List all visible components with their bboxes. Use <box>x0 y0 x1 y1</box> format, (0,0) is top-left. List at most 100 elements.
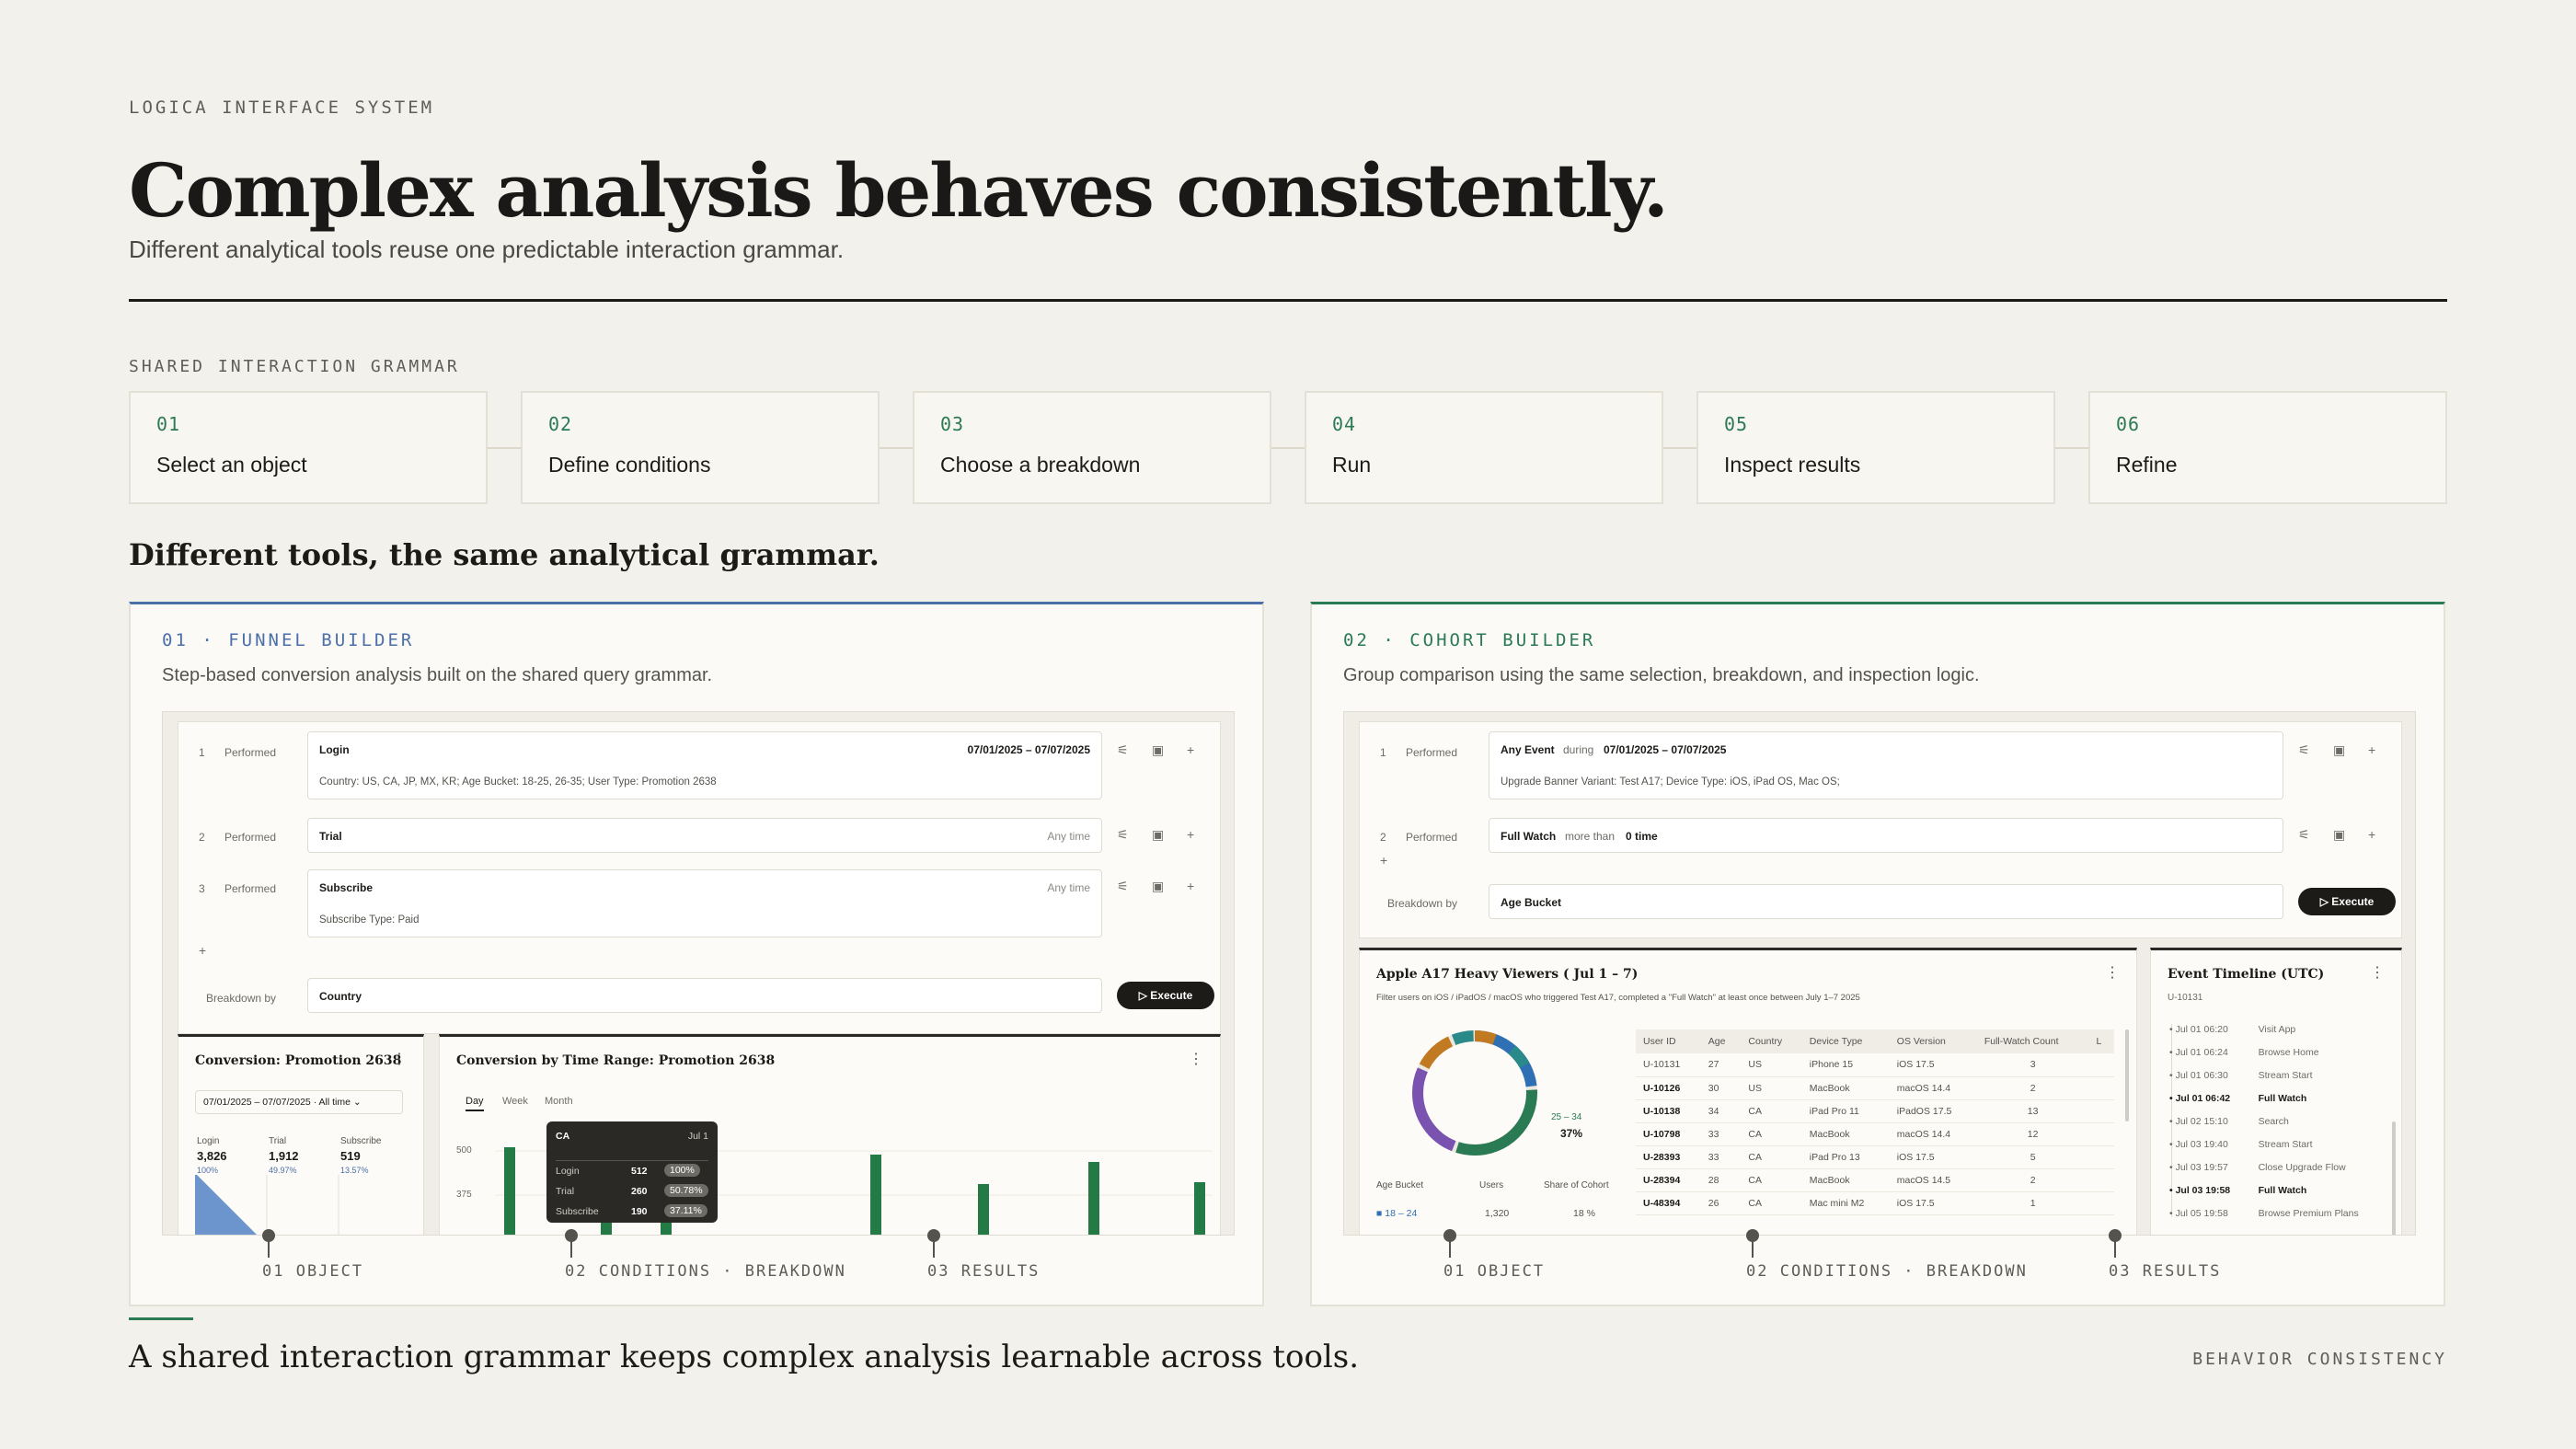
step-card: 01 Select an object <box>129 391 488 504</box>
add-step-icon[interactable]: + <box>1380 853 1387 868</box>
marker-pin <box>565 1229 578 1258</box>
timeline-event[interactable]: • Jul 03 19:58 Full Watch <box>2169 1185 2306 1196</box>
add-icon[interactable]: + <box>1187 742 1194 757</box>
execute-button[interactable]: ▷ Execute <box>1117 982 1214 1009</box>
cell-user-id[interactable]: U-28394 <box>1636 1168 1701 1192</box>
table-row[interactable]: U-28393 33 CA iPad Pro 13 iOS 17.5 5 <box>1636 1145 2114 1169</box>
legend-bucket-label: 18 – 24 <box>1385 1208 1418 1219</box>
execute-button[interactable]: ▷ Execute <box>2298 888 2396 915</box>
tab-day[interactable]: Day <box>466 1096 484 1111</box>
cell-user-id[interactable]: U-48394 <box>1636 1191 1701 1215</box>
col-header[interactable]: User ID <box>1636 1029 1701 1053</box>
more-icon[interactable]: ⋮ <box>2105 963 2120 982</box>
timeline-event[interactable]: • Jul 03 19:40 Stream Start <box>2169 1139 2313 1150</box>
cell: iPad Pro 11 <box>1801 1099 1890 1123</box>
cell-user-id[interactable]: U-10131 <box>1636 1053 1701 1077</box>
cell-user-id[interactable]: U-10798 <box>1636 1122 1701 1146</box>
cell: iPadOS 17.5 <box>1889 1099 1977 1123</box>
timeline-event[interactable]: • Jul 01 06:42 Full Watch <box>2169 1093 2306 1104</box>
event-field-full-watch[interactable]: Full Watch more than 0 time <box>1489 818 2283 853</box>
col-header[interactable]: OS Version <box>1889 1029 1977 1053</box>
footer-tag: BEHAVIOR CONSISTENCY <box>2192 1350 2447 1369</box>
more-icon[interactable]: ⋮ <box>1189 1050 1203 1068</box>
cell: 13 <box>1976 1099 2089 1123</box>
breakdown-field[interactable]: Country <box>307 978 1102 1013</box>
card-title: Apple A17 Heavy Viewers ( Jul 1 – 7) <box>1376 967 1639 982</box>
row-index: 1 <box>199 746 205 759</box>
calendar-icon[interactable]: ▣ <box>1152 827 1164 843</box>
date-range[interactable]: 07/01/2025 – 07/07/2025 <box>1604 743 1726 756</box>
more-icon[interactable]: ⋮ <box>2370 963 2385 982</box>
timeline-event[interactable]: • Jul 01 06:30 Stream Start <box>2169 1070 2313 1081</box>
cell-user-id[interactable]: U-10138 <box>1636 1099 1701 1123</box>
date-range[interactable]: Any time <box>1047 881 1090 894</box>
col-header[interactable]: Country <box>1741 1029 1802 1053</box>
footer-accent <box>129 1317 193 1320</box>
more-icon[interactable]: ⋮ <box>392 1050 407 1068</box>
date-range[interactable]: Any time <box>1047 830 1090 843</box>
breakdown-field[interactable]: Age Bucket <box>1489 884 2283 919</box>
timeline-scrollbar[interactable] <box>2392 1121 2396 1235</box>
date-range-select[interactable]: 07/01/2025 – 07/07/2025 · All time ⌄ <box>195 1090 403 1114</box>
row-verb: Performed <box>224 746 277 759</box>
cell-user-id[interactable]: U-10126 <box>1636 1076 1701 1100</box>
col-header[interactable]: Device Type <box>1801 1029 1890 1053</box>
legend-share: 18 % <box>1573 1208 1595 1219</box>
cell: 26 <box>1700 1191 1742 1215</box>
filter-icon[interactable]: ⚟ <box>2298 827 2310 843</box>
marker-pin <box>927 1229 940 1258</box>
filter-icon[interactable]: ⚟ <box>1117 879 1129 894</box>
col-header[interactable]: Age <box>1700 1029 1742 1053</box>
table-row[interactable]: U-28394 28 CA MacBook macOS 14.5 2 <box>1636 1168 2114 1192</box>
funnel-area-chart <box>195 1175 339 1235</box>
tooltip-row-label: Subscribe <box>556 1206 599 1217</box>
col-header[interactable]: Full-Watch Count <box>1976 1029 2089 1053</box>
row-index: 2 <box>199 831 205 844</box>
timeline-event[interactable]: • Jul 03 19:57 Close Upgrade Flow <box>2169 1162 2346 1173</box>
breakdown-value: Country <box>319 990 362 1003</box>
date-range[interactable]: 07/01/2025 – 07/07/2025 <box>968 743 1090 756</box>
event-name: Search <box>2258 1116 2289 1127</box>
calendar-icon[interactable]: ▣ <box>1152 742 1164 758</box>
timeline-event[interactable]: • Jul 01 06:24 Browse Home <box>2169 1047 2319 1058</box>
filter-icon[interactable]: ⚟ <box>1117 827 1129 843</box>
tooltip-row-label: Trial <box>556 1186 575 1197</box>
legend-bucket[interactable]: ■ 18 – 24 <box>1376 1208 1417 1219</box>
table-row[interactable]: U-10798 33 CA MacBook macOS 14.4 12 <box>1636 1122 2114 1146</box>
filter-icon[interactable]: ⚟ <box>2298 742 2310 758</box>
add-icon[interactable]: + <box>1187 879 1194 893</box>
table-row[interactable]: U-10131 27 US iPhone 15 iOS 17.5 3 <box>1636 1053 2114 1077</box>
event-field-any[interactable]: Any Event during 07/01/2025 – 07/07/2025… <box>1489 731 2283 799</box>
timeline-event[interactable]: • Jul 01 06:20 Visit App <box>2169 1024 2295 1035</box>
event-field-login[interactable]: Login 07/01/2025 – 07/07/2025 Country: U… <box>307 731 1102 799</box>
cell: iPhone 15 <box>1801 1053 1890 1077</box>
add-icon[interactable]: + <box>1187 827 1194 842</box>
cell-user-id[interactable]: U-28393 <box>1636 1145 1701 1169</box>
funnel-step-value: 519 <box>340 1149 361 1163</box>
table-scrollbar[interactable] <box>2125 1029 2129 1121</box>
event-field-trial[interactable]: Trial Any time <box>307 818 1102 853</box>
tab-week[interactable]: Week <box>502 1096 528 1107</box>
cohort-screenshot: 1 Performed Any Event during 07/01/2025 … <box>1343 711 2416 1236</box>
calendar-icon[interactable]: ▣ <box>1152 879 1164 894</box>
cell: Mac mini M2 <box>1801 1191 1890 1215</box>
add-step-icon[interactable]: + <box>199 943 206 958</box>
timeline-event[interactable]: • Jul 02 15:10 Search <box>2169 1116 2289 1127</box>
marker-label-conditions: 02 CONDITIONS · BREAKDOWN <box>1746 1262 2028 1281</box>
timeline-event[interactable]: • Jul 05 19:58 Browse Premium Plans <box>2169 1208 2359 1219</box>
table-row[interactable]: U-10138 34 CA iPad Pro 11 iPadOS 17.5 13 <box>1636 1099 2114 1123</box>
cell: 2 <box>1976 1168 2089 1192</box>
frequency-value[interactable]: 0 time <box>1626 830 1658 843</box>
cell: macOS 14.4 <box>1889 1122 1977 1146</box>
table-row[interactable]: U-48394 26 CA Mac mini M2 iOS 17.5 1 <box>1636 1191 2114 1215</box>
col-header[interactable]: L <box>2088 1029 2114 1053</box>
calendar-icon[interactable]: ▣ <box>2333 742 2345 758</box>
tab-month[interactable]: Month <box>545 1096 573 1107</box>
add-icon[interactable]: + <box>2368 742 2375 757</box>
event-field-subscribe[interactable]: Subscribe Any time Subscribe Type: Paid <box>307 869 1102 937</box>
table-row[interactable]: U-10126 30 US MacBook macOS 14.4 2 <box>1636 1076 2114 1100</box>
funnel-step-pct: 100% <box>197 1166 219 1175</box>
filter-icon[interactable]: ⚟ <box>1117 742 1129 758</box>
calendar-icon[interactable]: ▣ <box>2333 827 2345 843</box>
add-icon[interactable]: + <box>2368 827 2375 842</box>
